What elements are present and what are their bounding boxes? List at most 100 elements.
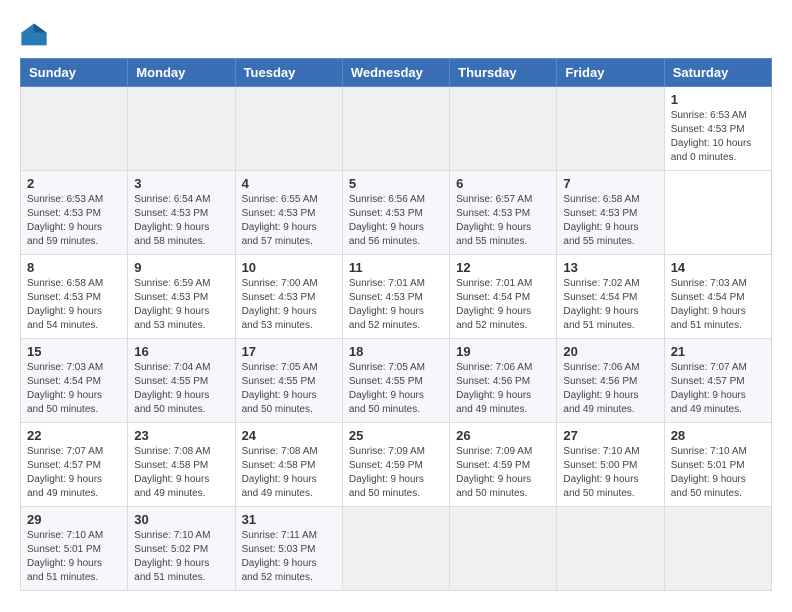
calendar-cell: 14Sunrise: 7:03 AMSunset: 4:54 PMDayligh…	[664, 255, 771, 339]
day-info: Sunrise: 7:03 AMSunset: 4:54 PMDaylight:…	[27, 361, 121, 417]
calendar-cell: 18Sunrise: 7:05 AMSunset: 4:55 PMDayligh…	[342, 339, 449, 423]
empty-cell	[128, 87, 235, 171]
empty-cell	[450, 87, 557, 171]
calendar-cell: 1 Sunrise: 6:53 AMSunset: 4:53 PMDaylight…	[664, 87, 771, 171]
calendar-cell: 7 Sunrise: 6:58 AMSunset: 4:53 PMDaylight…	[557, 171, 664, 255]
empty-cell	[342, 87, 449, 171]
day-info: Sunrise: 7:10 AMSunset: 5:01 PMDaylight:…	[671, 445, 765, 501]
calendar-cell: 28 Sunrise: 7:10 AMSunset: 5:01 PMDayligh…	[664, 423, 771, 507]
day-number: 15	[27, 344, 121, 359]
day-number: 21	[671, 344, 765, 359]
calendar-cell: 9 Sunrise: 6:59 AMSunset: 4:53 PMDaylight…	[128, 255, 235, 339]
day-of-week-sunday: Sunday	[21, 59, 128, 87]
calendar-cell: 2 Sunrise: 6:53 AMSunset: 4:53 PMDaylight…	[21, 171, 128, 255]
day-number: 27	[563, 428, 657, 443]
day-info: Sunrise: 7:08 AMSunset: 4:58 PMDaylight:…	[242, 445, 336, 501]
day-info: Sunrise: 7:11 AMSunset: 5:03 PMDaylight:…	[242, 529, 336, 585]
calendar-cell: 6 Sunrise: 6:57 AMSunset: 4:53 PMDaylight…	[450, 171, 557, 255]
day-info: Sunrise: 7:06 AMSunset: 4:56 PMDaylight:…	[563, 361, 657, 417]
day-number: 6	[456, 176, 550, 191]
day-number: 20	[563, 344, 657, 359]
day-info: Sunrise: 7:01 AMSunset: 4:54 PMDaylight:…	[456, 277, 550, 333]
day-info: Sunrise: 7:10 AMSunset: 5:00 PMDaylight:…	[563, 445, 657, 501]
day-number: 19	[456, 344, 550, 359]
logo	[20, 20, 52, 48]
day-number: 24	[242, 428, 336, 443]
empty-cell	[557, 87, 664, 171]
empty-cell	[557, 507, 664, 591]
calendar-week-row: 29Sunrise: 7:10 AMSunset: 5:01 PMDayligh…	[21, 507, 772, 591]
day-info: Sunrise: 7:09 AMSunset: 4:59 PMDaylight:…	[456, 445, 550, 501]
day-number: 1	[671, 92, 765, 107]
day-info: Sunrise: 7:10 AMSunset: 5:01 PMDaylight:…	[27, 529, 121, 585]
calendar-cell: 30Sunrise: 7:10 AMSunset: 5:02 PMDayligh…	[128, 507, 235, 591]
day-info: Sunrise: 7:07 AMSunset: 4:57 PMDaylight:…	[671, 361, 765, 417]
day-number: 12	[456, 260, 550, 275]
day-number: 11	[349, 260, 443, 275]
day-of-week-wednesday: Wednesday	[342, 59, 449, 87]
calendar-cell: 21 Sunrise: 7:07 AMSunset: 4:57 PMDayligh…	[664, 339, 771, 423]
calendar-cell: 29Sunrise: 7:10 AMSunset: 5:01 PMDayligh…	[21, 507, 128, 591]
day-number: 10	[242, 260, 336, 275]
day-number: 22	[27, 428, 121, 443]
calendar-cell: 31 Sunrise: 7:11 AMSunset: 5:03 PMDayligh…	[235, 507, 342, 591]
day-of-week-friday: Friday	[557, 59, 664, 87]
calendar-cell: 20 Sunrise: 7:06 AMSunset: 4:56 PMDayligh…	[557, 339, 664, 423]
day-number: 4	[242, 176, 336, 191]
day-info: Sunrise: 7:09 AMSunset: 4:59 PMDaylight:…	[349, 445, 443, 501]
day-info: Sunrise: 7:07 AMSunset: 4:57 PMDaylight:…	[27, 445, 121, 501]
calendar-cell: 5Sunrise: 6:56 AMSunset: 4:53 PMDaylight…	[342, 171, 449, 255]
calendar-cell: 8 Sunrise: 6:58 AMSunset: 4:53 PMDaylight…	[21, 255, 128, 339]
calendar-table: SundayMondayTuesdayWednesdayThursdayFrid…	[20, 58, 772, 591]
day-info: Sunrise: 7:08 AMSunset: 4:58 PMDaylight:…	[134, 445, 228, 501]
day-number: 2	[27, 176, 121, 191]
day-info: Sunrise: 7:05 AMSunset: 4:55 PMDaylight:…	[349, 361, 443, 417]
day-info: Sunrise: 7:01 AMSunset: 4:53 PMDaylight:…	[349, 277, 443, 333]
day-number: 3	[134, 176, 228, 191]
day-info: Sunrise: 6:57 AMSunset: 4:53 PMDaylight:…	[456, 193, 550, 249]
day-number: 7	[563, 176, 657, 191]
day-info: Sunrise: 6:54 AMSunset: 4:53 PMDaylight:…	[134, 193, 228, 249]
day-of-week-thursday: Thursday	[450, 59, 557, 87]
day-info: Sunrise: 7:03 AMSunset: 4:54 PMDaylight:…	[671, 277, 765, 333]
day-number: 13	[563, 260, 657, 275]
day-number: 8	[27, 260, 121, 275]
day-info: Sunrise: 7:02 AMSunset: 4:54 PMDaylight:…	[563, 277, 657, 333]
calendar-cell: 25Sunrise: 7:09 AMSunset: 4:59 PMDayligh…	[342, 423, 449, 507]
empty-cell	[342, 507, 449, 591]
calendar-week-row: 15 Sunrise: 7:03 AMSunset: 4:54 PMDayligh…	[21, 339, 772, 423]
calendar-cell: 26 Sunrise: 7:09 AMSunset: 4:59 PMDayligh…	[450, 423, 557, 507]
day-number: 26	[456, 428, 550, 443]
day-info: Sunrise: 7:06 AMSunset: 4:56 PMDaylight:…	[456, 361, 550, 417]
day-info: Sunrise: 6:53 AMSunset: 4:53 PMDaylight:…	[27, 193, 121, 249]
day-info: Sunrise: 6:58 AMSunset: 4:53 PMDaylight:…	[27, 277, 121, 333]
calendar-cell: 3 Sunrise: 6:54 AMSunset: 4:53 PMDaylight…	[128, 171, 235, 255]
day-of-week-tuesday: Tuesday	[235, 59, 342, 87]
day-info: Sunrise: 6:59 AMSunset: 4:53 PMDaylight:…	[134, 277, 228, 333]
day-info: Sunrise: 6:53 AMSunset: 4:53 PMDaylight:…	[671, 109, 765, 165]
day-info: Sunrise: 7:10 AMSunset: 5:02 PMDaylight:…	[134, 529, 228, 585]
empty-cell	[235, 87, 342, 171]
day-number: 31	[242, 512, 336, 527]
calendar-cell: 19 Sunrise: 7:06 AMSunset: 4:56 PMDayligh…	[450, 339, 557, 423]
day-info: Sunrise: 6:58 AMSunset: 4:53 PMDaylight:…	[563, 193, 657, 249]
calendar-cell: 4Sunrise: 6:55 AMSunset: 4:53 PMDaylight…	[235, 171, 342, 255]
calendar-cell: 22 Sunrise: 7:07 AMSunset: 4:57 PMDayligh…	[21, 423, 128, 507]
calendar-week-row: 2 Sunrise: 6:53 AMSunset: 4:53 PMDaylight…	[21, 171, 772, 255]
day-of-week-saturday: Saturday	[664, 59, 771, 87]
calendar-week-row: 1 Sunrise: 6:53 AMSunset: 4:53 PMDaylight…	[21, 87, 772, 171]
calendar-cell: 13 Sunrise: 7:02 AMSunset: 4:54 PMDayligh…	[557, 255, 664, 339]
day-info: Sunrise: 7:00 AMSunset: 4:53 PMDaylight:…	[242, 277, 336, 333]
day-number: 28	[671, 428, 765, 443]
day-number: 9	[134, 260, 228, 275]
calendar-cell: 17Sunrise: 7:05 AMSunset: 4:55 PMDayligh…	[235, 339, 342, 423]
calendar-header-row: SundayMondayTuesdayWednesdayThursdayFrid…	[21, 59, 772, 87]
calendar-cell: 16Sunrise: 7:04 AMSunset: 4:55 PMDayligh…	[128, 339, 235, 423]
calendar-cell: 24 Sunrise: 7:08 AMSunset: 4:58 PMDayligh…	[235, 423, 342, 507]
calendar-cell: 15 Sunrise: 7:03 AMSunset: 4:54 PMDayligh…	[21, 339, 128, 423]
page-header	[20, 20, 772, 48]
day-info: Sunrise: 7:04 AMSunset: 4:55 PMDaylight:…	[134, 361, 228, 417]
empty-cell	[450, 507, 557, 591]
calendar-cell: 10 Sunrise: 7:00 AMSunset: 4:53 PMDayligh…	[235, 255, 342, 339]
empty-cell	[664, 507, 771, 591]
